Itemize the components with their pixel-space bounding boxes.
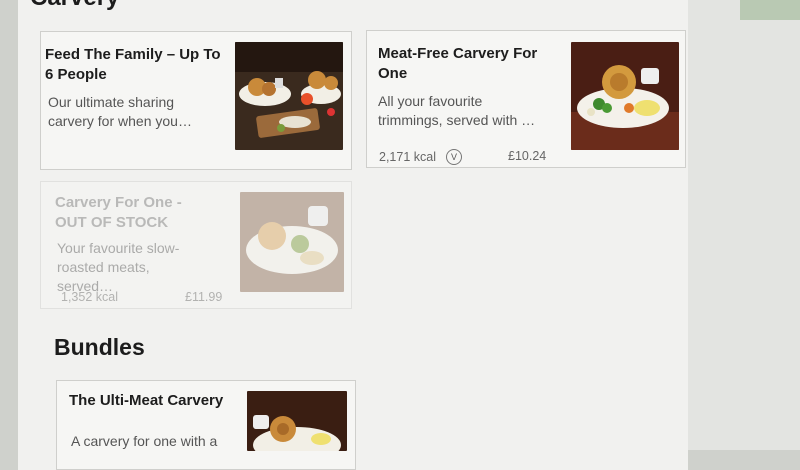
price-label: £11.99: [185, 290, 223, 304]
price-label: £10.24: [508, 149, 547, 163]
kcal-label: 2,171 kcal: [379, 150, 436, 164]
section-title-bundles: Bundles: [54, 334, 145, 360]
food-image: [240, 192, 344, 292]
right-gutter: [688, 0, 800, 450]
card-title: The Ulti-Meat Carvery: [69, 392, 224, 409]
food-image: [235, 42, 343, 150]
card-description: A carvery for one with a: [71, 433, 218, 449]
menu-card-carvery-for-one: Carvery For One - OUT OF STOCK Your favo…: [40, 181, 352, 309]
food-image: [247, 391, 347, 451]
card-description: Our ultimate sharing carvery for when yo…: [48, 94, 192, 129]
card-description: Your favourite slow-roasted meats, serve…: [57, 240, 180, 294]
kcal-label: 1,352 kcal: [61, 290, 118, 304]
food-image: [571, 42, 679, 150]
menu-card-ulti-meat-carvery[interactable]: The Ulti-Meat Carvery A carvery for one …: [56, 380, 356, 470]
card-meta: 2,171 kcal V: [379, 149, 462, 165]
menu-card-meat-free-carvery[interactable]: Meat-Free Carvery For One All your favou…: [366, 30, 686, 168]
menu-card-feed-the-family[interactable]: Feed The Family – Up To 6 People Our ult…: [40, 31, 352, 170]
section-title-carvery: Carvery: [30, 0, 119, 12]
card-meta: 1,352 kcal: [61, 290, 118, 304]
card-description: All your favourite trimmings, served wit…: [378, 93, 536, 128]
vegetarian-icon: V: [445, 149, 462, 165]
header-accent: [740, 0, 800, 20]
card-title: Meat-Free Carvery For One: [378, 45, 538, 82]
card-title: Carvery For One - OUT OF STOCK: [55, 194, 182, 231]
card-title: Feed The Family – Up To 6 People: [45, 46, 221, 83]
